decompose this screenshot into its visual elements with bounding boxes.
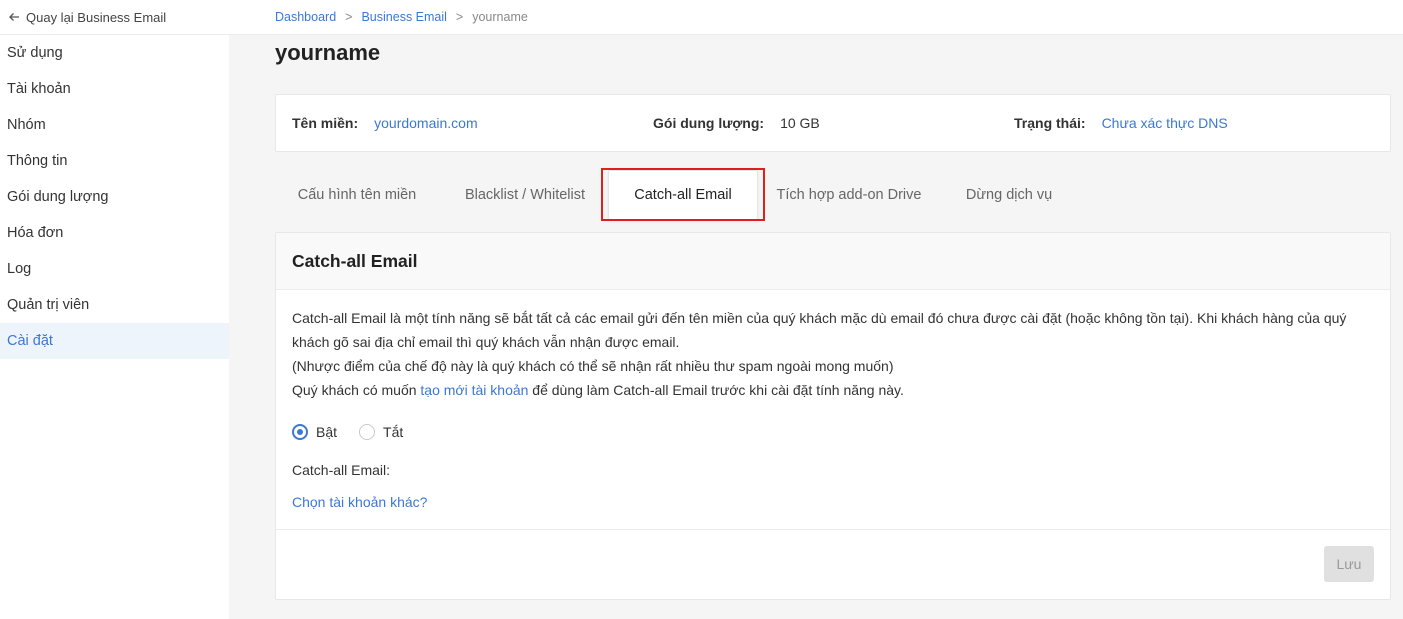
sidebar-item-accounts[interactable]: Tài khoản (0, 71, 229, 107)
sidebar-item-info[interactable]: Thông tin (0, 143, 229, 179)
sidebar-item-groups[interactable]: Nhóm (0, 107, 229, 143)
plan-label: Gói dung lượng: (653, 115, 765, 131)
plan-info: Gói dung lượng: 10 GB (653, 95, 820, 151)
back-link[interactable]: Quay lại Business Email (0, 0, 229, 35)
tab-domain-config[interactable]: Cấu hình tên miền (275, 170, 439, 220)
description-text: Catch-all Email là một tính năng sẽ bắt … (292, 310, 1347, 350)
breadcrumb-separator: > (345, 10, 353, 24)
domain-info: Tên miền: yourdomain.com (292, 95, 478, 151)
catch-all-email-label: Catch-all Email: (292, 462, 391, 478)
tab-stop-service[interactable]: Dừng dịch vụ (947, 170, 1071, 220)
catch-all-toggle: Bật Tắt (292, 418, 1374, 446)
sidebar-item-invoices[interactable]: Hóa đơn (0, 215, 229, 251)
radio-checked-icon (292, 424, 308, 440)
tab-drive-addon[interactable]: Tích hợp add-on Drive (765, 170, 933, 220)
section-footer: Lưu (276, 529, 1390, 599)
domain-label: Tên miền: (292, 115, 359, 131)
section-body: Catch-all Email là một tính năng sẽ bắt … (276, 290, 1390, 514)
breadcrumb: Dashboard > Business Email > yourname (229, 0, 1403, 35)
breadcrumb-business-email[interactable]: Business Email (361, 10, 446, 24)
arrow-left-icon (8, 11, 20, 23)
radio-unchecked-icon (359, 424, 376, 440)
app-root: Quay lại Business Email Sử dụng Tài khoả… (0, 0, 1403, 619)
sidebar-item-usage[interactable]: Sử dụng (0, 35, 229, 71)
tab-blacklist-whitelist[interactable]: Blacklist / Whitelist (445, 170, 605, 220)
status-label: Trạng thái: (1014, 115, 1086, 131)
radio-off[interactable]: Tắt (359, 420, 403, 444)
breadcrumb-dashboard[interactable]: Dashboard (275, 10, 336, 24)
sidebar-item-log[interactable]: Log (0, 251, 229, 287)
info-card: Tên miền: yourdomain.com Gói dung lượng:… (275, 94, 1391, 152)
sidebar: Quay lại Business Email Sử dụng Tài khoả… (0, 0, 229, 619)
back-link-label: Quay lại Business Email (26, 9, 167, 25)
status-value[interactable]: Chưa xác thực DNS (1102, 115, 1228, 131)
sidebar-item-admins[interactable]: Quản trị viên (0, 287, 229, 323)
choose-other-account-link[interactable]: Chọn tài khoản khác? (292, 490, 1374, 514)
breadcrumb-current: yourname (472, 10, 528, 24)
domain-value[interactable]: yourdomain.com (374, 115, 478, 131)
radio-on[interactable]: Bật (292, 420, 337, 444)
sidebar-item-settings[interactable]: Cài đặt (0, 323, 229, 359)
description-warning: (Nhược điểm của chế độ này là quý khách … (292, 358, 894, 374)
radio-on-label: Bật (316, 424, 338, 440)
breadcrumb-separator: > (455, 10, 464, 24)
status-info: Trạng thái: Chưa xác thực DNS (1014, 95, 1228, 151)
plan-value: 10 GB (780, 115, 820, 131)
save-button[interactable]: Lưu (1324, 546, 1374, 582)
radio-off-label: Tắt (383, 424, 404, 440)
section-title: Catch-all Email (276, 233, 1390, 290)
create-account-link[interactable]: tạo mới tài khoản (420, 382, 528, 398)
page-title: yourname (275, 40, 381, 65)
description-create-account: Quý khách có muốn tạo mới tài khoản để d… (292, 382, 904, 398)
sidebar-item-plan[interactable]: Gói dung lượng (0, 179, 229, 215)
tab-catch-all-email[interactable]: Catch-all Email (608, 170, 758, 220)
catch-all-section: Catch-all Email Catch-all Email là một t… (275, 232, 1391, 600)
